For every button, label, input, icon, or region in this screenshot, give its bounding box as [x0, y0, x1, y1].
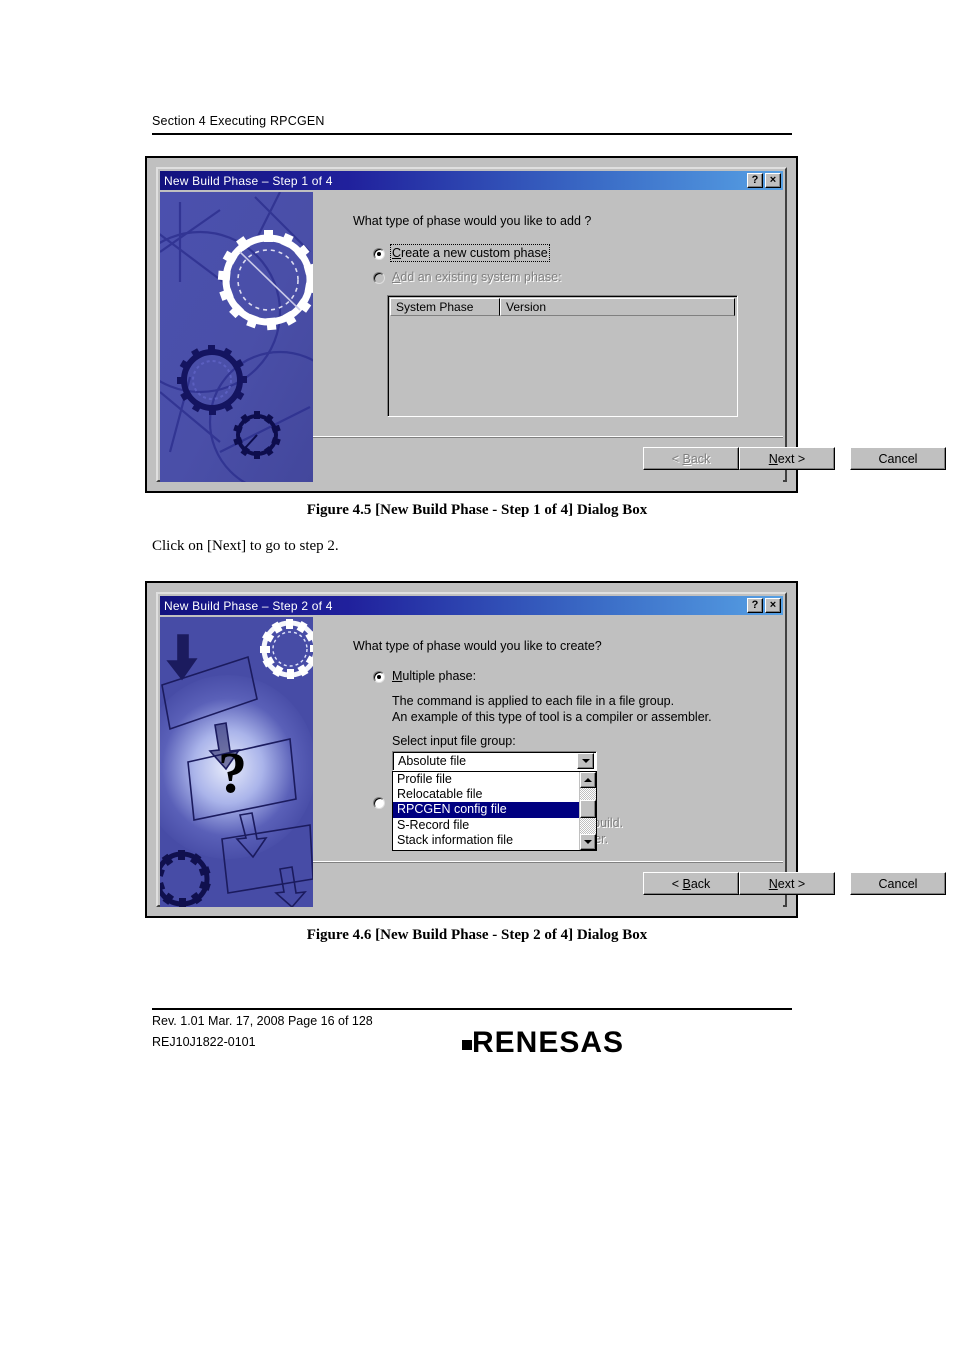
- multiple-phase-description-line2: An example of this type of tool is a com…: [392, 710, 712, 724]
- back-button-prefix: <: [671, 451, 683, 466]
- figure-1-screenshot-frame: New Build Phase – Step 1 of 4 ? × What t…: [145, 156, 946, 493]
- dropdown-option-selected[interactable]: RPCGEN config file: [393, 802, 579, 818]
- scrollbar-thumb[interactable]: [580, 800, 596, 818]
- back-button[interactable]: < Back: [643, 447, 739, 470]
- radio-multiple-phase-indicator[interactable]: [373, 671, 385, 683]
- cancel-button[interactable]: Cancel: [850, 872, 946, 895]
- next-button-text: ext >: [777, 876, 806, 891]
- accel-char: N: [768, 876, 778, 891]
- figure-1-caption: Figure 4.5 [New Build Phase - Step 1 of …: [306, 502, 648, 518]
- back-button[interactable]: < Back: [643, 872, 739, 895]
- scrollbar-track[interactable]: [580, 788, 596, 834]
- cancel-button[interactable]: Cancel: [850, 447, 946, 470]
- dialog2-title: New Build Phase – Step 2 of 4: [164, 598, 333, 613]
- dialog1-artwork-gears: [160, 192, 313, 482]
- radio-create-new-custom-phase-indicator[interactable]: [373, 248, 385, 260]
- dialog1-button-bar: < Back Next > Cancel: [313, 436, 946, 482]
- radio-multiple-phase[interactable]: Multiple phase:: [373, 669, 476, 683]
- new-build-phase-step1-dialog: New Build Phase – Step 1 of 4 ? × What t…: [156, 167, 946, 482]
- dialog1-titlebar-buttons: ? ×: [747, 173, 781, 188]
- radio-create-new-custom-phase[interactable]: Create a new custom phase: [373, 244, 550, 262]
- dialog1-titlebar[interactable]: New Build Phase – Step 1 of 4 ? ×: [160, 171, 783, 190]
- dialog2-panel: What type of phase would you like to cre…: [313, 617, 946, 907]
- renesas-logo-text: RENESAS: [472, 1026, 624, 1056]
- dropdown-option[interactable]: Profile file: [393, 772, 579, 787]
- body-paragraph-1: Click on [Next] to go to step 2.: [152, 538, 339, 554]
- input-file-group-combobox[interactable]: Absolute file: [392, 751, 597, 771]
- column-header-system-phase[interactable]: System Phase: [390, 298, 500, 316]
- input-file-group-dropdown[interactable]: Profile file Relocatable file RPCGEN con…: [392, 771, 597, 851]
- radio-multiple-phase-text: ultiple phase:: [402, 669, 477, 683]
- scroll-down-icon[interactable]: [580, 834, 596, 850]
- page-header: Section 4 Executing RPCGEN: [152, 114, 792, 135]
- close-icon[interactable]: ×: [765, 173, 781, 188]
- label-suffix: nput file group:: [433, 734, 516, 748]
- accel-char: C: [392, 246, 402, 260]
- radio-single-phase[interactable]: [373, 795, 385, 809]
- radio-add-existing-system-phase-text: dd an existing system phase:: [400, 270, 562, 284]
- accel-char: M: [392, 669, 403, 683]
- back-button-text: ack: [690, 876, 711, 891]
- dialog1-panel: What type of phase would you like to add…: [313, 192, 946, 482]
- radio-single-phase-indicator[interactable]: [373, 797, 385, 809]
- help-icon[interactable]: ?: [747, 598, 763, 613]
- figure-2-screenshot-frame: New Build Phase – Step 2 of 4 ? × ? What…: [145, 581, 946, 918]
- dialog2-button-bar: < Back Next > Cancel: [313, 861, 946, 907]
- dialog2-question: What type of phase would you like to cre…: [353, 639, 602, 653]
- dialog2-titlebar-buttons: ? ×: [747, 598, 781, 613]
- question-mark-glyph: ?: [218, 740, 247, 805]
- radio-create-new-custom-phase-label: Create a new custom phase: [390, 244, 550, 262]
- system-phase-listview-header: System Phase Version: [390, 298, 735, 316]
- section-header-text: Section 4 Executing RPCGEN: [152, 114, 325, 128]
- accel-char: B: [682, 451, 691, 466]
- system-phase-listview[interactable]: System Phase Version: [387, 295, 738, 417]
- accel-char: N: [768, 451, 778, 466]
- footer-rule: [152, 1008, 792, 1010]
- back-button-prefix: <: [671, 876, 683, 891]
- dropdown-option[interactable]: S-Record file: [393, 818, 579, 833]
- dropdown-scrollbar[interactable]: [579, 772, 596, 850]
- next-button[interactable]: Next >: [739, 447, 835, 470]
- radio-create-new-custom-phase-text: reate a new custom phase: [401, 246, 548, 260]
- dialog1-title: New Build Phase – Step 1 of 4: [164, 173, 333, 188]
- chevron-down-icon[interactable]: [577, 753, 594, 769]
- figure-2-caption: Figure 4.6 [New Build Phase - Step 2 of …: [306, 927, 648, 943]
- help-icon[interactable]: ?: [747, 173, 763, 188]
- scroll-up-icon[interactable]: [580, 772, 596, 788]
- radio-add-existing-system-phase-indicator: [373, 272, 385, 284]
- dialog2-artwork-flowchart: ?: [160, 617, 313, 907]
- dropdown-option-list: Profile file Relocatable file RPCGEN con…: [393, 772, 579, 850]
- label-prefix: Select: [392, 734, 431, 748]
- chevron-down-glyph: [581, 759, 590, 763]
- dropdown-option[interactable]: Stack information file: [393, 833, 579, 848]
- dropdown-option[interactable]: Relocatable file: [393, 787, 579, 802]
- scroll-down-glyph: [584, 840, 592, 844]
- dialog1-question: What type of phase would you like to add…: [353, 214, 592, 228]
- next-button[interactable]: Next >: [739, 872, 835, 895]
- dialog2-body: ? What type of phase would you like to c…: [160, 617, 946, 907]
- radio-multiple-phase-label: Multiple phase:: [392, 669, 476, 683]
- column-header-version[interactable]: Version: [500, 298, 735, 316]
- renesas-logo: RENESAS: [462, 1026, 637, 1061]
- header-rule: [152, 133, 792, 135]
- input-file-group-value: Absolute file: [398, 754, 467, 768]
- radio-add-existing-system-phase-label: Add an existing system phase:: [392, 270, 562, 284]
- accel-char: B: [682, 876, 691, 891]
- dialog1-body: What type of phase would you like to add…: [160, 192, 946, 482]
- new-build-phase-step2-dialog: New Build Phase – Step 2 of 4 ? × ? What…: [156, 592, 946, 907]
- next-button-text: ext >: [777, 451, 806, 466]
- close-icon[interactable]: ×: [765, 598, 781, 613]
- select-input-file-group-label: Select input file group:: [392, 733, 516, 749]
- dialog2-titlebar[interactable]: New Build Phase – Step 2 of 4 ? ×: [160, 596, 783, 615]
- multiple-phase-description-line1: The command is applied to each file in a…: [392, 694, 675, 708]
- scroll-up-glyph: [584, 778, 592, 782]
- back-button-text: ack: [690, 451, 711, 466]
- radio-add-existing-system-phase: Add an existing system phase:: [373, 270, 562, 284]
